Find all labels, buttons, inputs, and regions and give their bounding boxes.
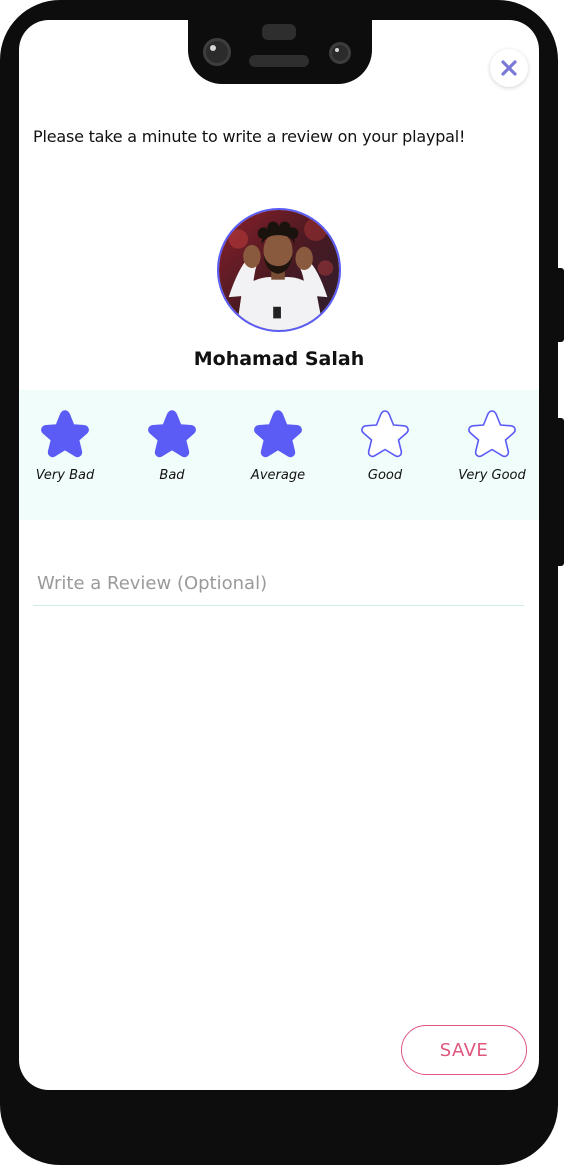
review-input[interactable]	[33, 562, 524, 606]
rating-option-label: Very Bad	[35, 468, 95, 483]
sensor	[262, 24, 296, 40]
close-button[interactable]	[490, 49, 528, 87]
rating-option-label: Bad	[159, 468, 185, 483]
save-button[interactable]: SAVE	[401, 1025, 527, 1075]
rating-option-bad[interactable]: Bad	[122, 408, 222, 483]
rating-option-label: Average	[250, 468, 306, 483]
front-camera-icon	[203, 38, 231, 66]
star-outline-icon	[361, 410, 409, 458]
rating-option-label: Good	[367, 468, 403, 483]
star-filled-icon	[148, 410, 196, 458]
player-name: Mohamad Salah	[193, 348, 365, 370]
rating-option-very-good[interactable]: Very Good	[442, 408, 542, 483]
volume-button	[555, 268, 564, 342]
rating-option-average[interactable]: Average	[228, 408, 328, 483]
avatar-photo	[219, 210, 339, 330]
avatar	[217, 208, 341, 332]
power-button	[555, 418, 564, 566]
screen	[19, 20, 539, 1090]
rating-option-very-bad[interactable]: Very Bad	[15, 408, 115, 483]
speaker	[249, 55, 309, 67]
front-camera-secondary-icon	[329, 42, 351, 64]
rating-option-good[interactable]: Good	[335, 408, 435, 483]
star-filled-icon	[254, 410, 302, 458]
star-outline-icon	[468, 410, 516, 458]
close-icon	[501, 60, 517, 76]
review-prompt: Please take a minute to write a review o…	[33, 127, 466, 146]
star-filled-icon	[41, 410, 89, 458]
rating-option-label: Very Good	[458, 468, 526, 483]
